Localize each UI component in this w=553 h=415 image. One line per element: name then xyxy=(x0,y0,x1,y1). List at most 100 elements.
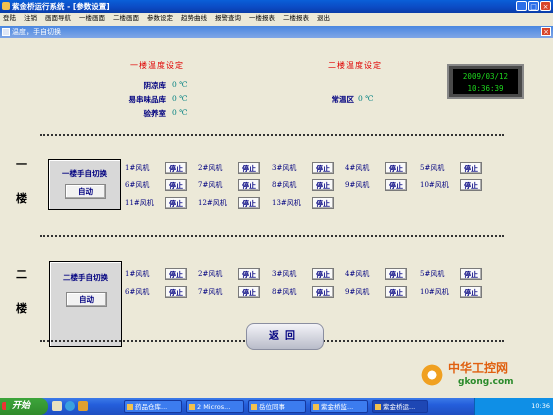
fan-label: 4#风机 xyxy=(345,270,370,278)
start-label: 开始 xyxy=(12,401,31,411)
fan-stop-button[interactable]: 停止 xyxy=(312,268,334,280)
fan-label: 11#风机 xyxy=(125,199,154,207)
panel-close-button[interactable]: × xyxy=(541,27,551,36)
fan-label: 6#风机 xyxy=(125,181,150,189)
fan-label: 7#风机 xyxy=(198,181,223,189)
fan-stop-button[interactable]: 停止 xyxy=(385,286,407,298)
fan-stop-button[interactable]: 停止 xyxy=(165,162,187,174)
taskbar-item-label: 岳位同事 xyxy=(259,403,285,411)
temp-value-normal-zone[interactable]: 0 ℃ xyxy=(358,94,374,103)
fan-stop-button[interactable]: 停止 xyxy=(165,179,187,191)
fan-stop-button[interactable]: 停止 xyxy=(238,286,260,298)
menu-item-floor1[interactable]: 一楼画面 xyxy=(79,13,105,24)
fan-label: 2#风机 xyxy=(198,270,223,278)
fan-stop-button[interactable]: 停止 xyxy=(238,268,260,280)
minimize-button[interactable]: _ xyxy=(516,1,527,11)
menu-item-exit[interactable]: 退出 xyxy=(317,13,330,24)
fan-stop-button[interactable]: 停止 xyxy=(460,162,482,174)
fan-label: 8#风机 xyxy=(272,288,297,296)
fan-stop-button[interactable]: 停止 xyxy=(312,162,334,174)
temp-value-odor-storage[interactable]: 0 ℃ xyxy=(172,94,188,103)
fan-label: 4#风机 xyxy=(345,164,370,172)
watermark-url: gkong.com xyxy=(458,377,514,387)
watermark-brand: 中华工控网 xyxy=(448,361,509,375)
window-icon xyxy=(375,404,381,410)
taskbar-item-label: 药品仓库... xyxy=(135,403,168,411)
fan-stop-button[interactable]: 停止 xyxy=(460,286,482,298)
fan-label: 1#风机 xyxy=(125,270,150,278)
temp-label-odor-storage: 易串味品库 xyxy=(128,95,167,104)
browser-icon[interactable] xyxy=(65,401,75,411)
floor1-label-2: 楼 xyxy=(16,192,27,205)
fan-stop-button[interactable]: 停止 xyxy=(238,179,260,191)
maximize-button[interactable]: □ xyxy=(528,1,539,11)
temp-value-curing-room[interactable]: 0 ℃ xyxy=(172,108,188,117)
start-button[interactable]: 开始 xyxy=(0,398,48,415)
fan-label: 2#风机 xyxy=(198,164,223,172)
fan-stop-button[interactable]: 停止 xyxy=(238,197,260,209)
windows-flag-icon xyxy=(2,402,10,410)
menu-item-floor2-report[interactable]: 二楼报表 xyxy=(283,13,309,24)
taskbar-item-active[interactable]: 紫金桥运... xyxy=(372,400,428,413)
menu-item-logout[interactable]: 注销 xyxy=(24,13,37,24)
menu-bar: 登陆 注销 画面导航 一楼画面 二楼画面 参数设定 趋势曲线 报警查询 一楼报表… xyxy=(0,13,553,24)
floor2-temp-heading: 二楼温度设定 xyxy=(328,61,382,70)
taskbar-item[interactable]: 药品仓库... xyxy=(124,400,182,413)
menu-item-floor1-report[interactable]: 一楼报表 xyxy=(249,13,275,24)
panel-titlebar: 温度，手自切换 × xyxy=(0,26,553,38)
close-button[interactable]: × xyxy=(540,1,551,11)
panel-icon xyxy=(2,28,10,36)
fan-stop-button[interactable]: 停止 xyxy=(385,162,407,174)
fan-stop-button[interactable]: 停止 xyxy=(165,197,187,209)
clock-date: 2009/03/12 xyxy=(462,72,509,81)
temp-label-cool-storage: 阴凉库 xyxy=(143,81,167,90)
floor2-auto-button[interactable]: 自动 xyxy=(66,292,107,307)
taskbar-item[interactable]: 2 Micros... xyxy=(186,400,244,413)
window-titlebar[interactable]: 紫金桥运行系统 - [参数设置] _ □ × xyxy=(0,0,553,13)
floor1-temp-heading: 一楼温度设定 xyxy=(130,61,184,70)
fan-stop-button[interactable]: 停止 xyxy=(385,268,407,280)
window-icon xyxy=(127,404,133,410)
back-button[interactable]: 返回 xyxy=(246,323,324,350)
fan-label: 7#风机 xyxy=(198,288,223,296)
fan-stop-button[interactable]: 停止 xyxy=(165,286,187,298)
floor1-switch-label: 一楼手自切换 xyxy=(62,169,107,178)
fan-stop-button[interactable]: 停止 xyxy=(312,197,334,209)
clock-display: 2009/03/12 10:36:39 xyxy=(447,64,524,99)
fan-label: 3#风机 xyxy=(272,164,297,172)
menu-item-floor2[interactable]: 二楼画面 xyxy=(113,13,139,24)
window-icon xyxy=(251,404,257,410)
menu-item-login[interactable]: 登陆 xyxy=(3,13,16,24)
taskbar-item[interactable]: 岳位同事 xyxy=(248,400,306,413)
taskbar-item-label: 紫金桥运... xyxy=(383,403,416,411)
fan-stop-button[interactable]: 停止 xyxy=(165,268,187,280)
floor2-switch-label: 二楼手自切换 xyxy=(63,273,108,282)
menu-item-trend[interactable]: 趋势曲线 xyxy=(181,13,207,24)
fan-stop-button[interactable]: 停止 xyxy=(238,162,260,174)
folder-icon[interactable] xyxy=(78,401,88,411)
fan-stop-button[interactable]: 停止 xyxy=(385,179,407,191)
fan-label: 5#风机 xyxy=(420,164,445,172)
temp-label-normal-zone: 常温区 xyxy=(331,95,355,104)
fan-stop-button[interactable]: 停止 xyxy=(460,179,482,191)
menu-item-alarm[interactable]: 报警查询 xyxy=(215,13,241,24)
fan-label: 1#风机 xyxy=(125,164,150,172)
gear-icon xyxy=(420,363,444,387)
fan-label: 13#风机 xyxy=(272,199,301,207)
floor1-auto-button[interactable]: 自动 xyxy=(65,184,106,199)
menu-item-params[interactable]: 参数设定 xyxy=(147,13,173,24)
fan-label: 9#风机 xyxy=(345,181,370,189)
fan-stop-button[interactable]: 停止 xyxy=(312,179,334,191)
desktop-icon[interactable] xyxy=(52,401,62,411)
taskbar-item-label: 紫金桥监... xyxy=(321,403,354,411)
fan-stop-button[interactable]: 停止 xyxy=(460,268,482,280)
floor2-label-2: 楼 xyxy=(16,302,27,315)
tray-clock[interactable]: 10:36 xyxy=(531,398,550,415)
window-title: 紫金桥运行系统 - [参数设置] xyxy=(12,2,110,11)
menu-item-navigation[interactable]: 画面导航 xyxy=(45,13,71,24)
fan-stop-button[interactable]: 停止 xyxy=(312,286,334,298)
taskbar-item[interactable]: 紫金桥监... xyxy=(310,400,368,413)
divider xyxy=(40,235,504,237)
window-icon xyxy=(189,404,195,410)
temp-value-cool-storage[interactable]: 0 ℃ xyxy=(172,80,188,89)
